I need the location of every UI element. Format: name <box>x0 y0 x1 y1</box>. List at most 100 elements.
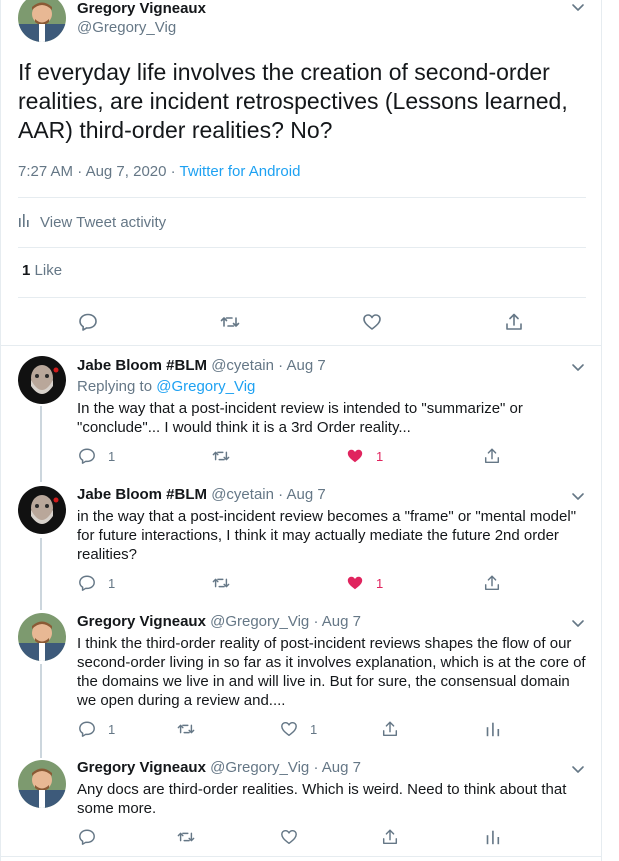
retweet-icon <box>212 451 230 461</box>
like-button[interactable]: 1 <box>346 574 383 592</box>
retweet-icon <box>177 724 195 734</box>
share-icon <box>484 448 500 464</box>
like-button[interactable] <box>280 828 298 846</box>
reply-date[interactable]: · Aug 7 <box>313 759 361 776</box>
chevron-down-icon[interactable] <box>570 762 586 778</box>
divider <box>0 856 602 857</box>
reply-author-handle[interactable]: @cyetain <box>211 357 274 374</box>
avatar-jabe-image <box>18 486 66 534</box>
reply-author-row: Jabe Bloom #BLM @cyetain · Aug 7 <box>77 357 326 374</box>
like-label: Like <box>34 262 63 279</box>
reply-author-row: Gregory Vigneaux @Gregory_Vig · Aug 7 <box>77 759 361 776</box>
thread-line <box>40 406 42 482</box>
reply-count: 1 <box>108 721 116 737</box>
analytics-icon <box>486 830 500 845</box>
reply-button[interactable]: 1 <box>78 447 115 465</box>
tweet-time[interactable]: 7:27 AM <box>18 163 73 180</box>
avatar[interactable] <box>18 356 66 404</box>
reply-button[interactable] <box>78 828 96 846</box>
reply-date[interactable]: · Aug 7 <box>278 486 326 503</box>
like-button[interactable] <box>362 312 382 332</box>
like-count: 1 <box>376 448 384 464</box>
chevron-down-icon[interactable] <box>570 0 586 16</box>
chevron-down-icon[interactable] <box>570 360 586 376</box>
author-handle[interactable]: @Gregory_Vig <box>77 19 176 36</box>
divider <box>18 197 586 198</box>
retweet-button[interactable] <box>212 574 230 592</box>
reply-button[interactable] <box>78 312 98 332</box>
share-button[interactable] <box>483 574 501 592</box>
reply-author-name[interactable]: Gregory Vigneaux <box>77 613 206 630</box>
share-button[interactable] <box>381 720 399 738</box>
avatar[interactable] <box>18 486 66 534</box>
retweet-button[interactable] <box>177 828 195 846</box>
reply-button[interactable]: 1 <box>78 574 115 592</box>
share-icon <box>382 829 398 845</box>
reply-author-name[interactable]: Jabe Bloom #BLM <box>77 486 207 503</box>
replying-to-label: Replying to <box>77 378 153 395</box>
reply-count: 1 <box>108 448 116 464</box>
avatar-gregory-image <box>18 760 66 808</box>
reply-author-handle[interactable]: @Gregory_Vig <box>210 759 309 776</box>
reply-author-handle[interactable]: @Gregory_Vig <box>210 613 309 630</box>
analytics-icon <box>18 212 32 232</box>
view-tweet-activity-link[interactable]: View Tweet activity <box>18 212 166 232</box>
thread-line <box>40 664 42 758</box>
replying-to-mention[interactable]: @Gregory_Vig <box>156 378 255 395</box>
divider <box>0 345 602 346</box>
avatar[interactable] <box>18 613 66 661</box>
likes-count-link[interactable]: 1 Like <box>22 262 62 279</box>
tweet-text: If everyday life involves the creation o… <box>18 59 568 143</box>
author-name[interactable]: Gregory Vigneaux <box>77 0 206 17</box>
share-button[interactable] <box>483 447 501 465</box>
thread-line <box>40 538 42 610</box>
avatar-jabe-image <box>18 356 66 404</box>
share-button[interactable] <box>381 828 399 846</box>
reply-date[interactable]: · Aug 7 <box>313 613 361 630</box>
like-count: 1 <box>310 721 318 737</box>
tweet-date[interactable]: Aug 7, 2020 <box>86 163 167 180</box>
reply-author-name[interactable]: Gregory Vigneaux <box>77 759 206 776</box>
reply-icon <box>79 448 95 464</box>
retweet-button[interactable] <box>220 312 240 332</box>
reply-author-name[interactable]: Jabe Bloom #BLM <box>77 357 207 374</box>
share-icon <box>382 721 398 737</box>
share-button[interactable] <box>504 312 524 332</box>
tweet-source[interactable]: Twitter for Android <box>180 163 301 180</box>
avatar-gregory-image <box>18 613 66 661</box>
analytics-button[interactable] <box>484 720 502 738</box>
retweet-icon <box>212 578 230 588</box>
chevron-down-icon[interactable] <box>570 489 586 505</box>
share-icon <box>506 313 522 330</box>
analytics-icon <box>486 722 500 737</box>
analytics-button[interactable] <box>484 828 502 846</box>
reply-icon <box>79 575 95 591</box>
avatar[interactable] <box>18 760 66 808</box>
retweet-button[interactable] <box>177 720 195 738</box>
reply-text: In the way that a post-incident review i… <box>77 400 523 436</box>
like-count: 1 <box>376 575 384 591</box>
heart-filled-icon <box>347 576 363 590</box>
retweet-button[interactable] <box>212 447 230 465</box>
meta-separator: · <box>170 163 176 180</box>
divider <box>18 247 586 248</box>
reply-button[interactable]: 1 <box>78 720 115 738</box>
like-button[interactable]: 1 <box>346 447 383 465</box>
heart-outline-icon <box>363 314 381 330</box>
tweet-meta: 7:27 AM · Aug 7, 2020 · Twitter for Andr… <box>18 163 300 180</box>
reply-author-row: Gregory Vigneaux @Gregory_Vig · Aug 7 <box>77 613 361 630</box>
heart-filled-icon <box>347 449 363 463</box>
reply-author-handle[interactable]: @cyetain <box>211 486 274 503</box>
reply-text: I think the third-order reality of post-… <box>77 635 586 709</box>
reply-icon <box>79 721 95 737</box>
divider <box>18 297 586 298</box>
chevron-down-icon[interactable] <box>570 616 586 632</box>
like-button[interactable]: 1 <box>280 720 317 738</box>
retweet-icon <box>220 317 240 327</box>
like-count: 1 <box>22 262 31 279</box>
reply-icon <box>79 313 97 331</box>
reply-icon <box>79 829 95 845</box>
reply-date[interactable]: · Aug 7 <box>278 357 326 374</box>
reply-author-row: Jabe Bloom #BLM @cyetain · Aug 7 <box>77 486 326 503</box>
reply-text: Any docs are third-order realities. Whic… <box>77 781 567 817</box>
